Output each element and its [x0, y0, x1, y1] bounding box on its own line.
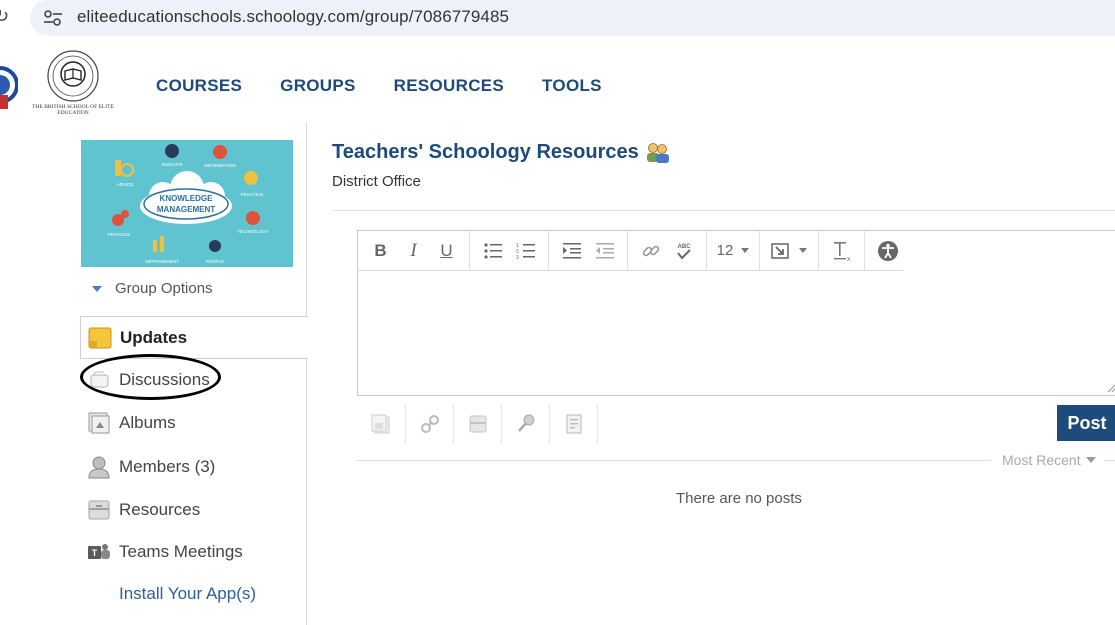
- svg-text:ADVICE: ADVICE: [117, 182, 134, 187]
- group-options-toggle[interactable]: Group Options: [92, 280, 213, 297]
- resources-icon: [87, 498, 111, 522]
- spellcheck-icon: ABC: [676, 244, 691, 259]
- indent-icon: [562, 242, 581, 258]
- link-icon: [420, 415, 439, 433]
- svg-text:KNOWLEDGE: KNOWLEDGE: [160, 194, 214, 203]
- bulleted-list-icon: [483, 242, 502, 259]
- spellcheck-button[interactable]: ABC: [667, 236, 700, 266]
- outdent-icon: [595, 242, 614, 258]
- bulleted-list-button[interactable]: [476, 236, 509, 266]
- group-options-label: Group Options: [115, 280, 213, 297]
- record-audio-button[interactable]: [502, 404, 550, 444]
- insert-arrow-icon: [771, 242, 789, 259]
- attachment-toolbar: [358, 404, 598, 444]
- link-button[interactable]: [634, 236, 667, 266]
- font-size-select[interactable]: 12: [713, 242, 753, 259]
- top-navigation: COURSES GROUPS RESOURCES TOOLS: [156, 76, 640, 96]
- school-name-text: THE BRITISH SCHOOL OF ELITE EDUCATION: [32, 104, 114, 116]
- svg-text:TECHNOLOGY: TECHNOLOGY: [237, 229, 269, 234]
- resize-grip-icon[interactable]: [1108, 384, 1115, 392]
- resources-icon: [469, 415, 486, 433]
- svg-text:T: T: [92, 548, 98, 558]
- svg-text:3: 3: [516, 255, 519, 260]
- sidebar-item-teams-meetings[interactable]: T Teams Meetings: [80, 532, 307, 572]
- svg-text:INSIGHTS: INSIGHTS: [161, 162, 182, 167]
- british-school-logo[interactable]: [46, 49, 100, 103]
- caret-down-icon: [1085, 457, 1096, 463]
- sidebar-item-install-apps[interactable]: Install Your App(s): [80, 574, 307, 614]
- svg-text:PEOPLE: PEOPLE: [206, 259, 224, 264]
- outdent-button[interactable]: [588, 236, 621, 266]
- accessibility-button[interactable]: [871, 236, 904, 266]
- attach-resource-button[interactable]: [454, 404, 502, 444]
- attach-file-button[interactable]: [358, 404, 406, 444]
- post-editor[interactable]: B I U 123 ABC 12 x: [357, 230, 1115, 396]
- albums-icon: [87, 411, 111, 435]
- empty-feed-message: There are no posts: [676, 490, 802, 507]
- link-icon: [642, 245, 659, 256]
- indent-button[interactable]: [555, 236, 588, 266]
- svg-text:PRACTICE: PRACTICE: [241, 192, 264, 197]
- nav-tools[interactable]: TOOLS: [542, 76, 602, 96]
- caret-down-icon: [741, 248, 750, 253]
- editor-toolbar: B I U 123 ABC 12 x: [358, 230, 904, 271]
- site-settings-icon[interactable]: [42, 8, 64, 28]
- accessibility-icon: [877, 240, 898, 261]
- group-profile-image[interactable]: KNOWLEDGE MANAGEMENT ADVICE INSIGHTS INF…: [81, 140, 293, 267]
- group-subtitle: District Office: [332, 173, 421, 190]
- browser-address-strip: ↻ eliteeducationschools.schoology.com/gr…: [0, 0, 1115, 37]
- clear-formatting-button[interactable]: x: [825, 236, 858, 266]
- updates-icon: [88, 326, 112, 350]
- numbered-list-icon: 123: [516, 243, 535, 260]
- school-crest-logo[interactable]: [0, 55, 18, 115]
- svg-text:IMPROVEMENT: IMPROVEMENT: [145, 259, 179, 264]
- sort-select[interactable]: Most Recent: [991, 452, 1104, 468]
- post-button[interactable]: Post: [1057, 405, 1115, 441]
- sidebar-item-resources[interactable]: Resources: [80, 490, 307, 530]
- sidebar-item-members[interactable]: Members (3): [80, 447, 307, 487]
- numbered-list-button[interactable]: 123: [509, 236, 542, 266]
- reload-icon[interactable]: ↻: [0, 6, 9, 27]
- italic-button[interactable]: I: [397, 236, 430, 266]
- file-icon: [371, 414, 389, 434]
- highlight-ellipse: [80, 354, 221, 400]
- sidebar-item-albums[interactable]: Albums: [80, 403, 307, 443]
- svg-text:MANAGEMENT: MANAGEMENT: [157, 205, 215, 214]
- nav-courses[interactable]: COURSES: [156, 76, 242, 96]
- microphone-icon: [517, 414, 534, 432]
- url-text[interactable]: eliteeducationschools.schoology.com/grou…: [77, 7, 509, 27]
- svg-text:x: x: [847, 256, 851, 262]
- teams-icon: T: [87, 540, 111, 564]
- caret-down-icon: [92, 286, 102, 292]
- attach-document-button[interactable]: [550, 404, 598, 444]
- attach-link-button[interactable]: [406, 404, 454, 444]
- svg-text:PROCESS: PROCESS: [108, 232, 130, 237]
- group-title-row: Teachers' Schoology Resources: [332, 141, 671, 164]
- underline-button[interactable]: U: [430, 236, 463, 266]
- address-bar[interactable]: eliteeducationschools.schoology.com/grou…: [30, 0, 1115, 36]
- group-members-icon: [646, 142, 669, 163]
- document-icon: [566, 414, 581, 434]
- page-title: Teachers' Schoology Resources: [332, 141, 639, 163]
- svg-text:ABC: ABC: [677, 244, 691, 250]
- nav-groups[interactable]: GROUPS: [280, 76, 355, 96]
- clear-formatting-icon: x: [833, 241, 851, 262]
- nav-resources[interactable]: RESOURCES: [394, 76, 504, 96]
- title-divider: [332, 210, 1115, 211]
- members-icon: [87, 455, 111, 479]
- insert-menu-button[interactable]: [766, 236, 812, 266]
- site-header: THE BRITISH SCHOOL OF ELITE EDUCATION CO…: [0, 37, 1115, 122]
- bold-button[interactable]: B: [364, 236, 397, 266]
- svg-text:INFORMATION: INFORMATION: [204, 163, 235, 168]
- caret-down-icon: [799, 248, 807, 253]
- sidebar-item-updates[interactable]: Updates: [80, 316, 308, 359]
